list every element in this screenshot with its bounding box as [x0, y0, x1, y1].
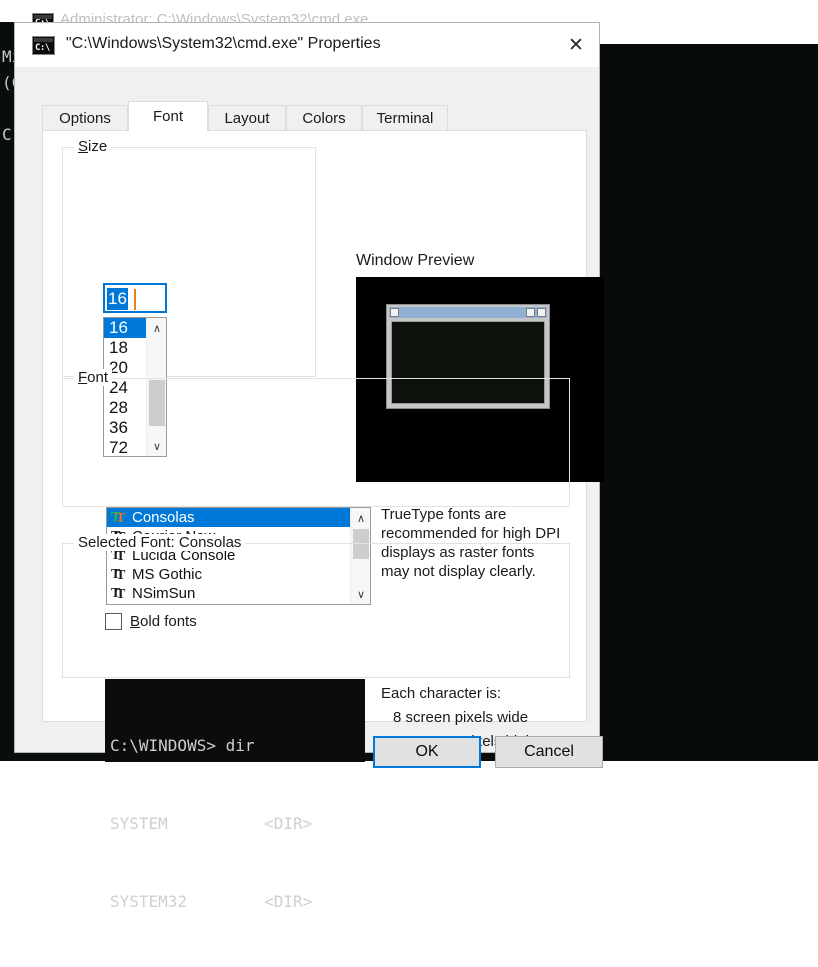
window-preview-label: Window Preview	[356, 252, 475, 269]
tab-label: Terminal	[376, 110, 434, 127]
list-item[interactable]: TT Consolas	[107, 508, 350, 527]
mini-minimize-icon	[526, 308, 535, 317]
tab-layout[interactable]: Layout	[208, 105, 286, 131]
sample-line: SYSTEM <DIR>	[110, 814, 313, 833]
selected-font-label: Selected Font: Consolas	[74, 534, 246, 551]
mini-close-icon	[537, 308, 546, 317]
tab-label: Font	[152, 108, 183, 125]
char-metrics-width: 8 screen pixels wide	[393, 709, 529, 726]
tab-label: Options	[59, 110, 111, 127]
mini-titlebar	[389, 307, 547, 318]
tab-label: Colors	[302, 110, 346, 127]
font-groupbox: Font	[62, 369, 570, 507]
char-metrics-title: Each character is:	[381, 685, 502, 702]
console-body-right	[600, 44, 818, 761]
sample-line: SYSTEM32 <DIR>	[110, 892, 313, 911]
cmd-icon: C:\	[32, 36, 55, 55]
size-groupbox: Size	[62, 138, 316, 377]
size-input[interactable]: 16	[103, 283, 167, 313]
font-tab-panel: Size 16 16 18 20 24 28 36 72 ∧ ∨ Window …	[42, 130, 604, 911]
sample-line: C:\WINDOWS> dir	[110, 736, 255, 755]
tab-terminal[interactable]: Terminal	[362, 105, 448, 131]
cancel-button[interactable]: Cancel	[495, 736, 603, 768]
tab-font[interactable]: Font	[128, 101, 208, 131]
tabstrip: Options Font Layout Colors Terminal	[42, 101, 598, 131]
text-caret	[134, 289, 136, 310]
list-item[interactable]: 16	[104, 318, 147, 338]
mini-system-icon	[390, 308, 399, 317]
scroll-up-icon[interactable]: ∧	[147, 318, 166, 338]
size-group-label: Size	[74, 138, 112, 155]
dialog-titlebar[interactable]: C:\ "C:\Windows\System32\cmd.exe" Proper…	[15, 23, 599, 67]
scroll-up-icon[interactable]: ∧	[351, 508, 370, 528]
ok-button[interactable]: OK	[373, 736, 481, 768]
selected-font-groupbox: Selected Font: Consolas	[62, 534, 570, 678]
font-group-label: Font	[74, 369, 113, 386]
close-icon[interactable]: ✕	[553, 23, 599, 67]
size-input-value: 16	[107, 288, 128, 310]
dialog-title: "C:\Windows\System32\cmd.exe" Properties	[66, 35, 381, 52]
properties-dialog: C:\ "C:\Windows\System32\cmd.exe" Proper…	[14, 22, 604, 911]
list-item[interactable]: 18	[104, 338, 147, 358]
truetype-icon: TT	[111, 510, 126, 526]
cmd-icon-glyph: C:\	[35, 43, 50, 53]
tab-label: Layout	[224, 110, 270, 127]
tab-colors[interactable]: Colors	[286, 105, 362, 131]
tab-options[interactable]: Options	[42, 105, 128, 131]
font-sample-preview: C:\WINDOWS> dir SYSTEM <DIR> SYSTEM32 <D…	[105, 679, 365, 911]
font-name: Consolas	[132, 509, 195, 526]
